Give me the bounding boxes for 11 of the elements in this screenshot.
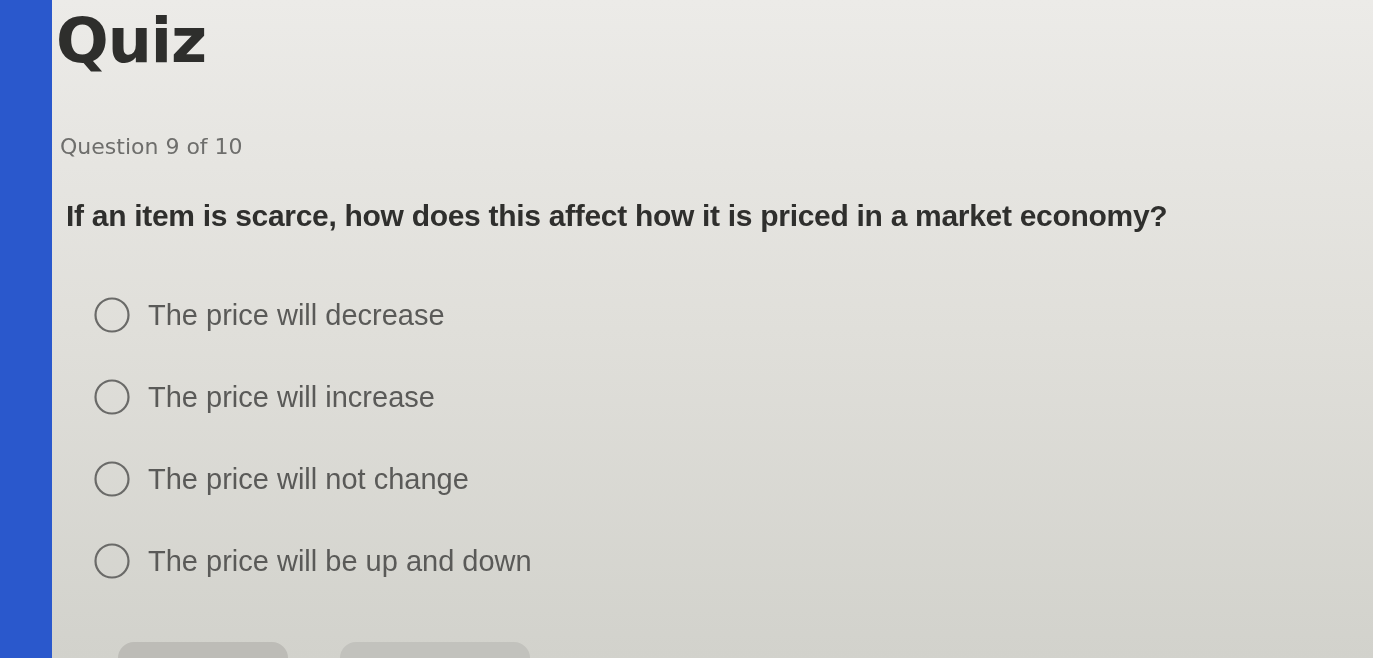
question-counter: Question 9 of 10 (59, 133, 243, 161)
question-text: If an item is scarce, how does this affect how it is priced in a market economy? (65, 198, 1168, 234)
radio-icon[interactable] (94, 297, 130, 333)
radio-icon[interactable] (94, 461, 130, 497)
answer-option[interactable]: The price will not change (94, 460, 469, 498)
radio-icon[interactable] (94, 543, 130, 579)
radio-icon[interactable] (94, 379, 130, 415)
quiz-title: Quiz (56, 4, 207, 78)
answer-option[interactable]: The price will decrease (94, 296, 445, 334)
answer-option[interactable]: The price will be up and down (94, 542, 532, 580)
answer-option[interactable]: The price will increase (94, 378, 435, 416)
